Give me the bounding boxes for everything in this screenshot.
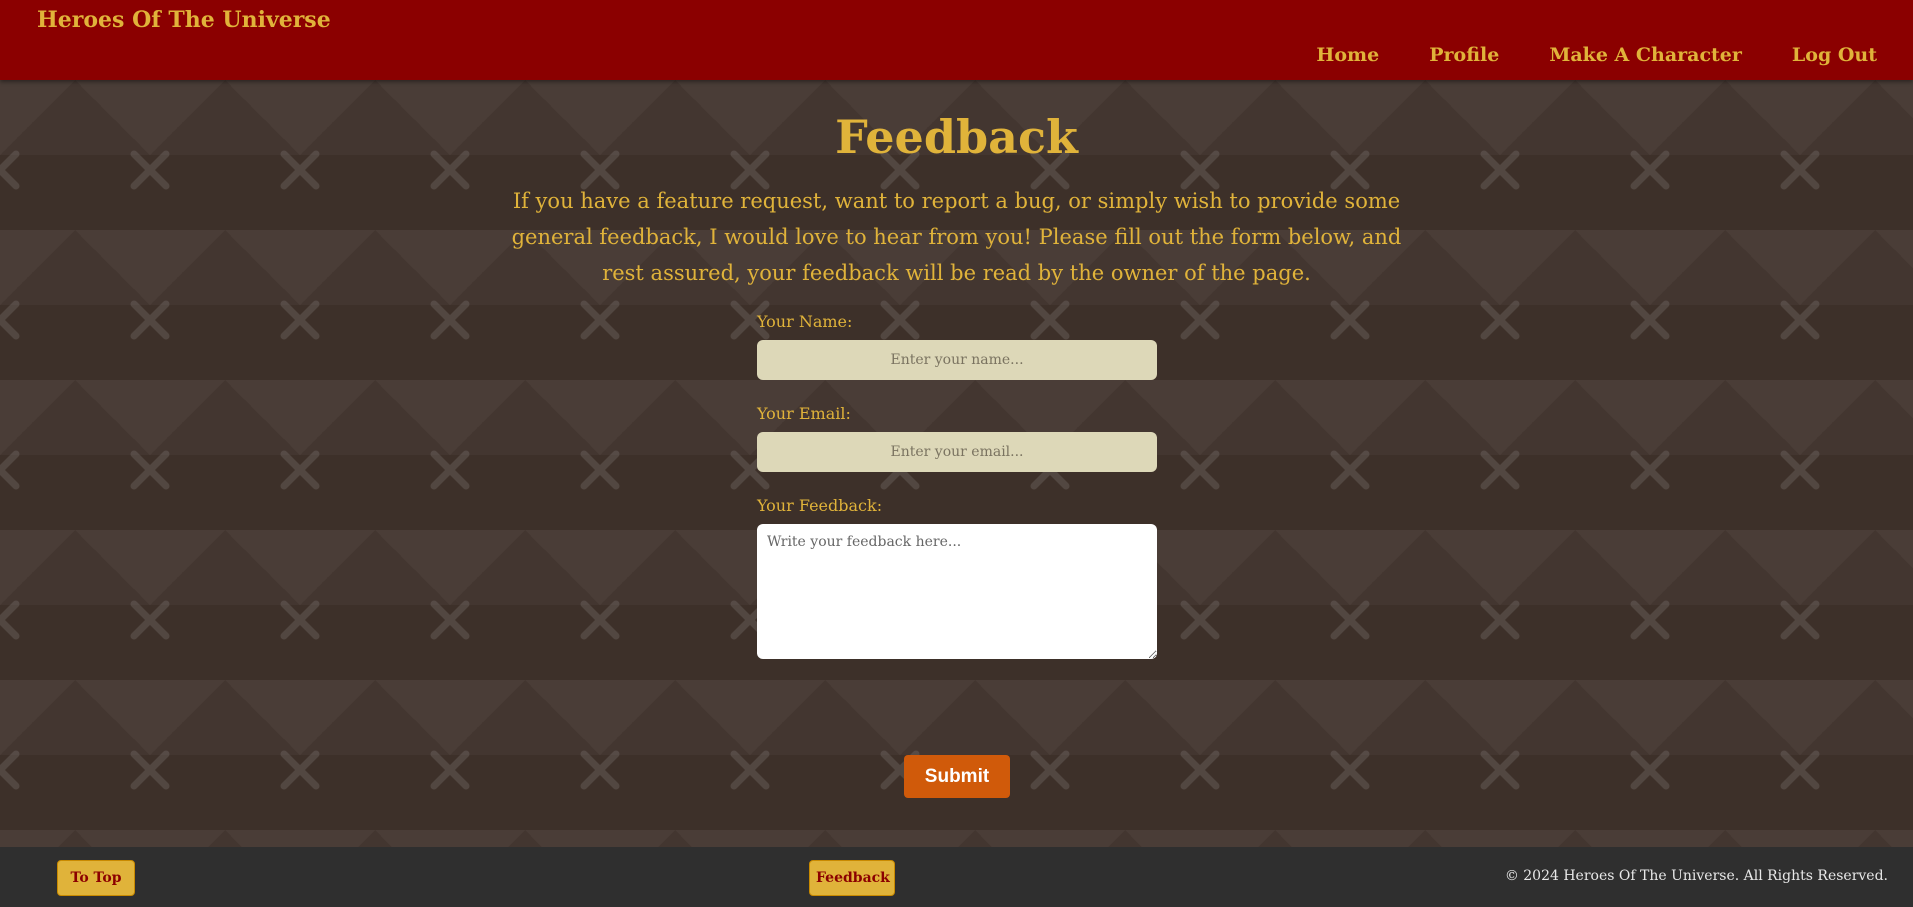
- brand-title[interactable]: Heroes Of The Universe: [37, 7, 331, 33]
- crossed-swords-icon: [0, 450, 20, 490]
- crossed-swords-icon: [730, 750, 770, 790]
- intro-text: If you have a feature request, want to r…: [511, 189, 1402, 285]
- email-input[interactable]: [757, 432, 1157, 472]
- crossed-swords-icon: [280, 750, 320, 790]
- crossed-swords-icon: [1480, 600, 1520, 640]
- crossed-swords-icon: [1480, 750, 1520, 790]
- crossed-swords-icon: [580, 300, 620, 340]
- site-header: Heroes Of The Universe Home Profile Make…: [0, 0, 1913, 80]
- site-footer: To Top Feedback © 2024 Heroes Of The Uni…: [0, 847, 1913, 907]
- crossed-swords-icon: [1330, 300, 1370, 340]
- crossed-swords-icon: [280, 450, 320, 490]
- name-label: Your Name:: [757, 312, 853, 331]
- nav-log-out[interactable]: Log Out: [1792, 44, 1877, 66]
- crossed-swords-icon: [1630, 450, 1670, 490]
- crossed-swords-icon: [1780, 600, 1820, 640]
- crossed-swords-icon: [1780, 750, 1820, 790]
- crossed-swords-icon: [430, 300, 470, 340]
- crossed-swords-icon: [880, 300, 920, 340]
- crossed-swords-icon: [1180, 750, 1220, 790]
- crossed-swords-icon: [0, 750, 20, 790]
- crossed-swords-icon: [1030, 300, 1070, 340]
- crossed-swords-icon: [280, 600, 320, 640]
- page-title: Feedback: [835, 110, 1078, 164]
- crossed-swords-icon: [0, 300, 20, 340]
- feedback-label: Your Feedback:: [757, 496, 883, 515]
- crossed-swords-icon: [1630, 750, 1670, 790]
- nav-profile[interactable]: Profile: [1429, 44, 1499, 66]
- crossed-swords-icon: [1030, 750, 1070, 790]
- crossed-swords-icon: [1480, 300, 1520, 340]
- crossed-swords-icon: [1780, 450, 1820, 490]
- crossed-swords-icon: [130, 750, 170, 790]
- footer-feedback-button[interactable]: Feedback: [809, 860, 895, 896]
- crossed-swords-icon: [130, 600, 170, 640]
- crossed-swords-icon: [580, 750, 620, 790]
- crossed-swords-icon: [580, 450, 620, 490]
- crossed-swords-icon: [1330, 750, 1370, 790]
- crossed-swords-icon: [280, 300, 320, 340]
- crossed-swords-icon: [1480, 450, 1520, 490]
- copyright-text: © 2024 Heroes Of The Universe. All Right…: [1504, 868, 1888, 884]
- email-label: Your Email:: [757, 404, 851, 423]
- feedback-textarea[interactable]: [757, 524, 1157, 659]
- main-nav: Home Profile Make A Character Log Out: [1316, 44, 1877, 66]
- crossed-swords-icon: [130, 300, 170, 340]
- nav-make-a-character[interactable]: Make A Character: [1549, 44, 1742, 66]
- crossed-swords-icon: [1330, 450, 1370, 490]
- crossed-swords-icon: [430, 600, 470, 640]
- nav-home[interactable]: Home: [1316, 44, 1379, 66]
- to-top-button[interactable]: To Top: [57, 860, 135, 896]
- crossed-swords-icon: [1180, 300, 1220, 340]
- crossed-swords-icon: [1630, 300, 1670, 340]
- name-input[interactable]: [757, 340, 1157, 380]
- crossed-swords-icon: [430, 750, 470, 790]
- crossed-swords-icon: [1780, 300, 1820, 340]
- crossed-swords-icon: [430, 450, 470, 490]
- crossed-swords-icon: [1630, 600, 1670, 640]
- crossed-swords-icon: [130, 450, 170, 490]
- crossed-swords-icon: [580, 600, 620, 640]
- crossed-swords-icon: [1180, 450, 1220, 490]
- crossed-swords-icon: [1180, 600, 1220, 640]
- crossed-swords-icon: [1330, 600, 1370, 640]
- submit-button[interactable]: Submit: [904, 755, 1010, 798]
- crossed-swords-icon: [0, 600, 20, 640]
